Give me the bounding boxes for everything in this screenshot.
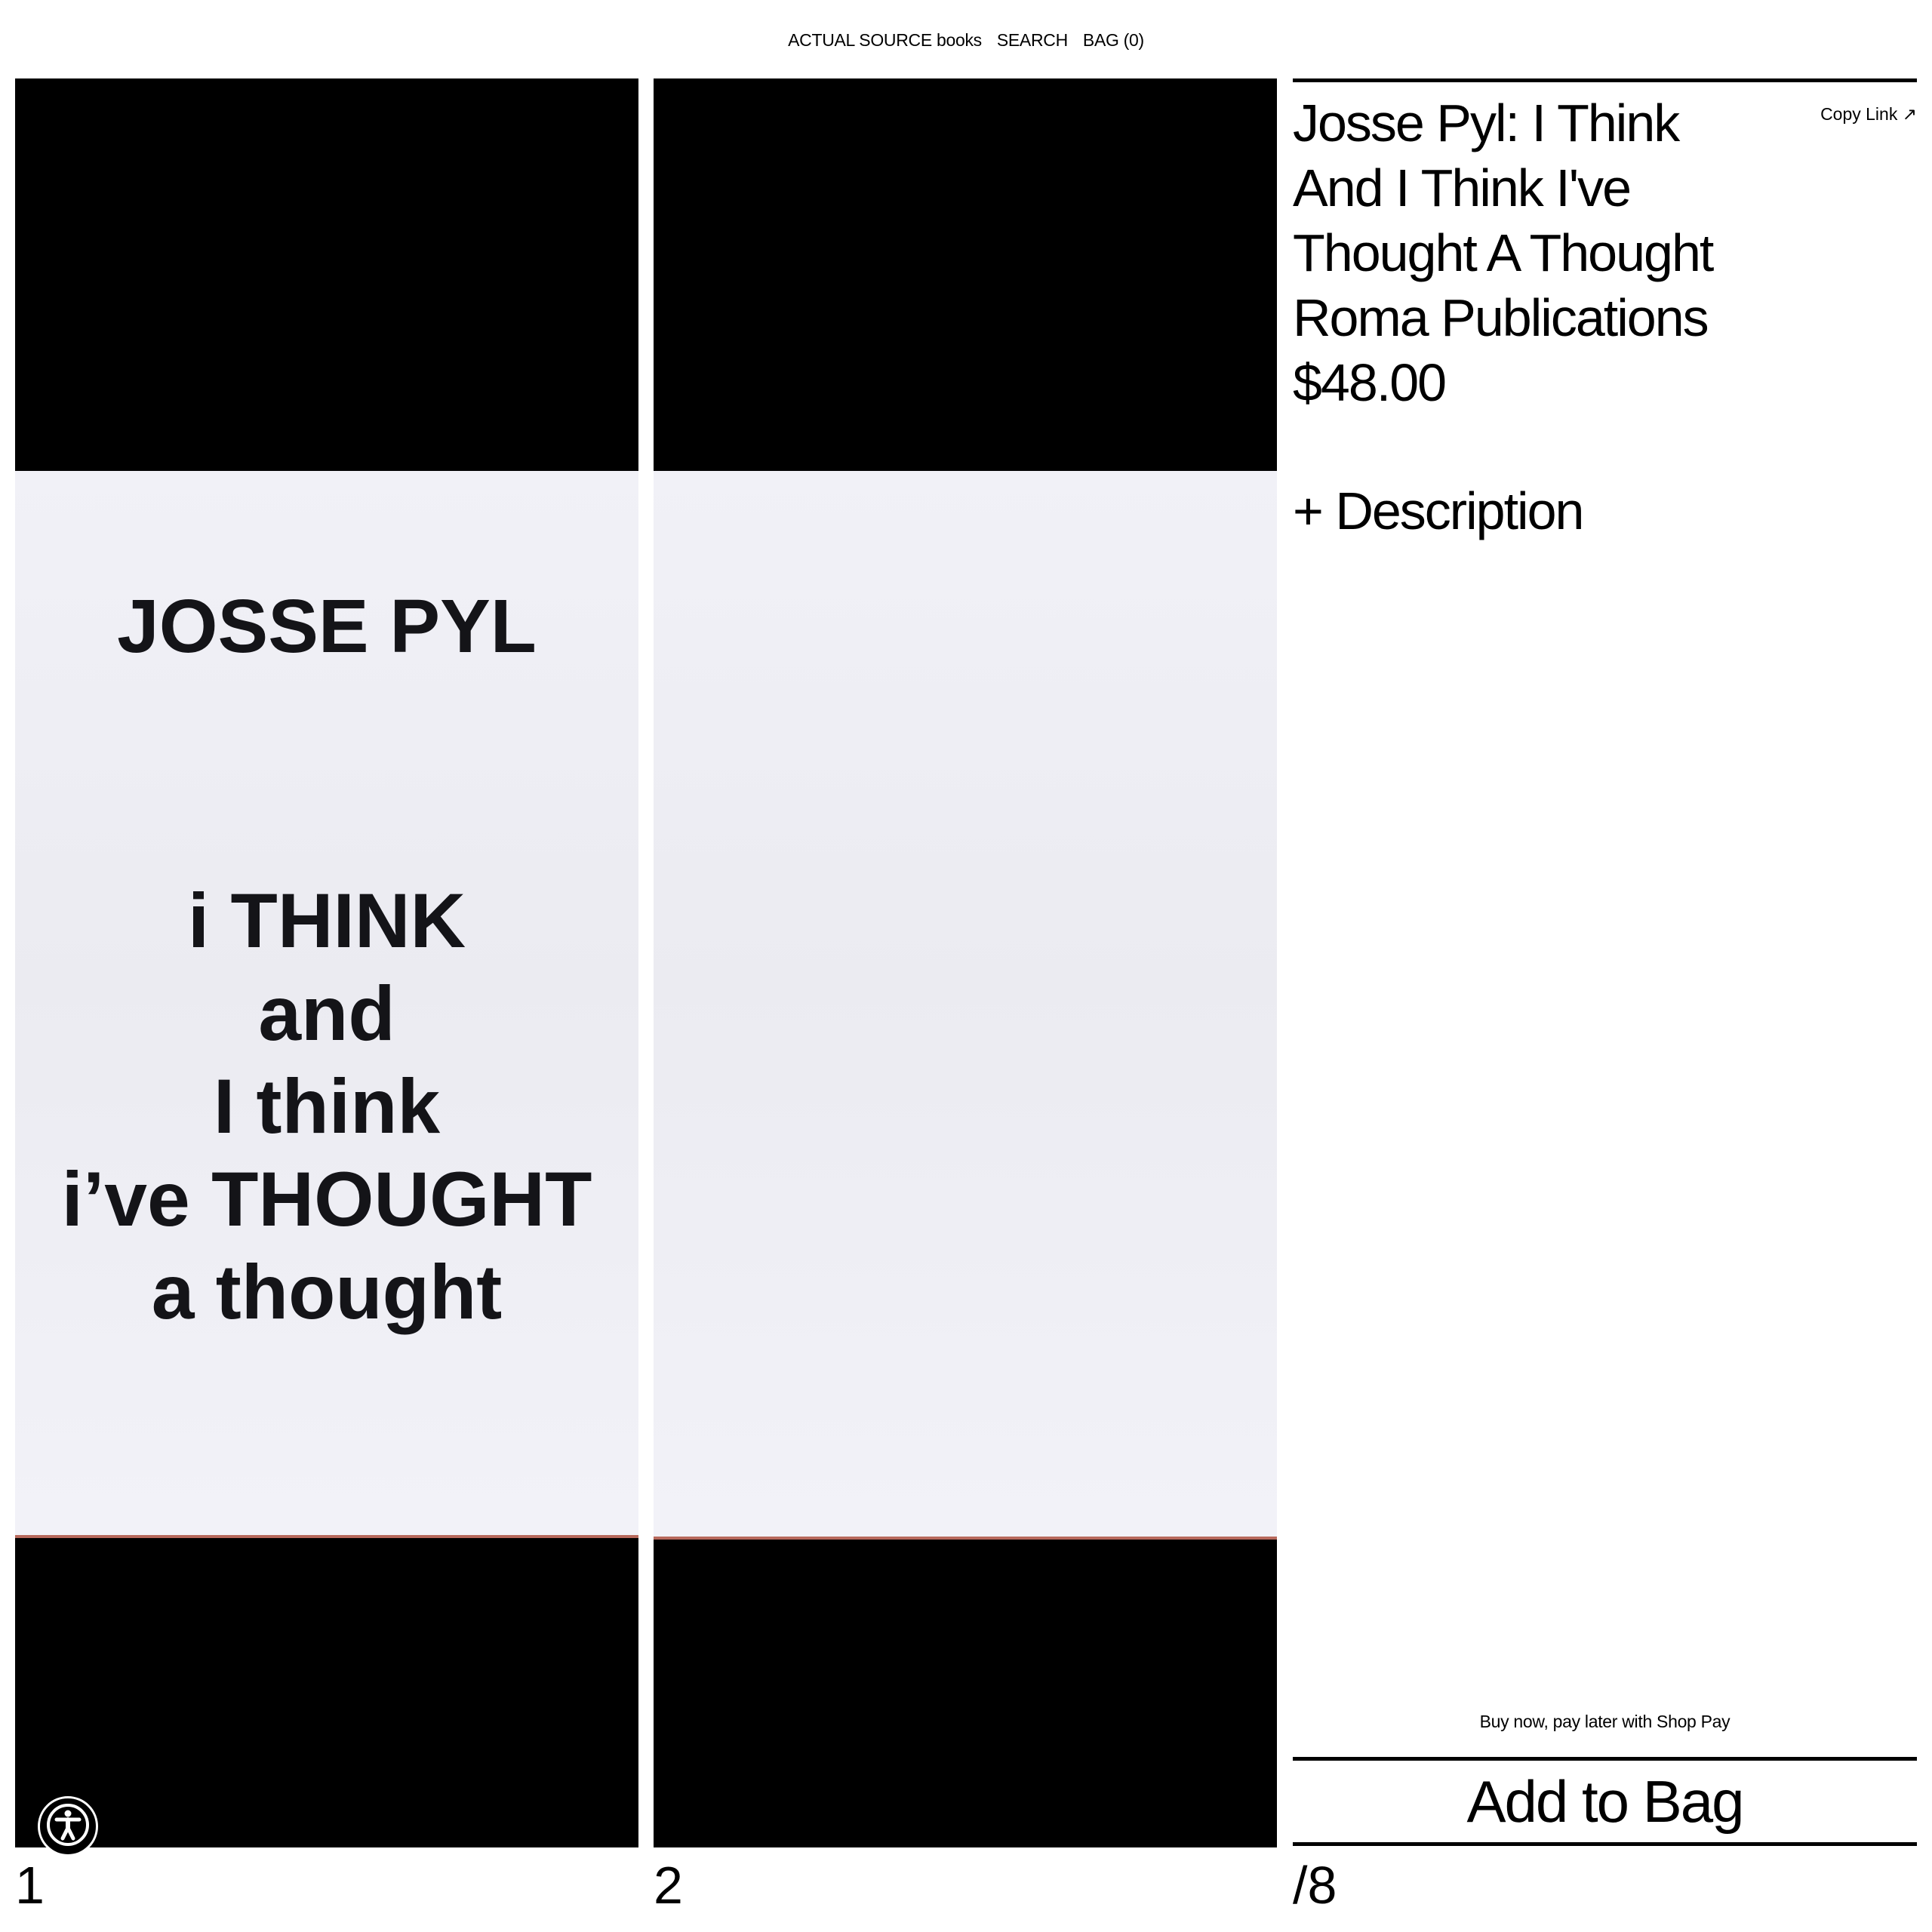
gallery-image-1[interactable]: JOSSE PYL i THINK and I think i’ve THOUG… — [15, 78, 638, 1847]
top-navigation: ACTUAL SOURCE books SEARCH BAG (0) — [0, 27, 1932, 53]
product-title-block: Josse Pyl: I Think And I Think I've Thou… — [1293, 91, 1791, 415]
slide-number: 1 — [15, 1856, 45, 1915]
cover-author: JOSSE PYL — [117, 584, 537, 669]
search-link[interactable]: SEARCH — [997, 27, 1068, 53]
top-rule — [1293, 78, 1917, 82]
description-toggle[interactable]: + Description — [1293, 478, 1584, 543]
slide-number: 2 — [654, 1856, 683, 1915]
product-title-line: Thought A Thought — [1293, 223, 1714, 282]
store-name-link[interactable]: ACTUAL SOURCE books — [788, 27, 982, 53]
cover-title-line: i THINK — [187, 878, 466, 964]
cover-title-line: and — [258, 971, 395, 1057]
product-price: $48.00 — [1293, 353, 1447, 412]
cover-title: i THINK and I think i’ve THOUGHT a thoug… — [15, 875, 638, 1339]
cover-title-line: i’ve THOUGHT — [61, 1156, 592, 1242]
accessibility-button[interactable] — [38, 1796, 98, 1857]
gallery-image-2[interactable] — [654, 78, 1277, 1847]
blank-book-page — [654, 471, 1277, 1540]
add-to-bag-button[interactable]: Add to Bag — [1293, 1757, 1917, 1846]
product-title-line: Josse Pyl: I Think — [1293, 94, 1680, 152]
book-cover: JOSSE PYL i THINK and I think i’ve THOUG… — [15, 471, 638, 1538]
slide-total: /8 — [1293, 1856, 1337, 1915]
copy-link-button[interactable]: Copy Link ↗ — [1820, 101, 1917, 127]
cover-title-line: a thought — [151, 1249, 503, 1335]
cover-title-line: I think — [213, 1063, 441, 1149]
product-info: Josse Pyl: I Think And I Think I've Thou… — [1293, 78, 1917, 1847]
bag-link[interactable]: BAG (0) — [1083, 27, 1144, 53]
product-publisher: Roma Publications — [1293, 288, 1709, 347]
accessibility-icon — [44, 1801, 92, 1853]
product-title-line: And I Think I've — [1293, 158, 1632, 217]
shop-pay-link[interactable]: Buy now, pay later with Shop Pay — [1293, 1709, 1917, 1734]
